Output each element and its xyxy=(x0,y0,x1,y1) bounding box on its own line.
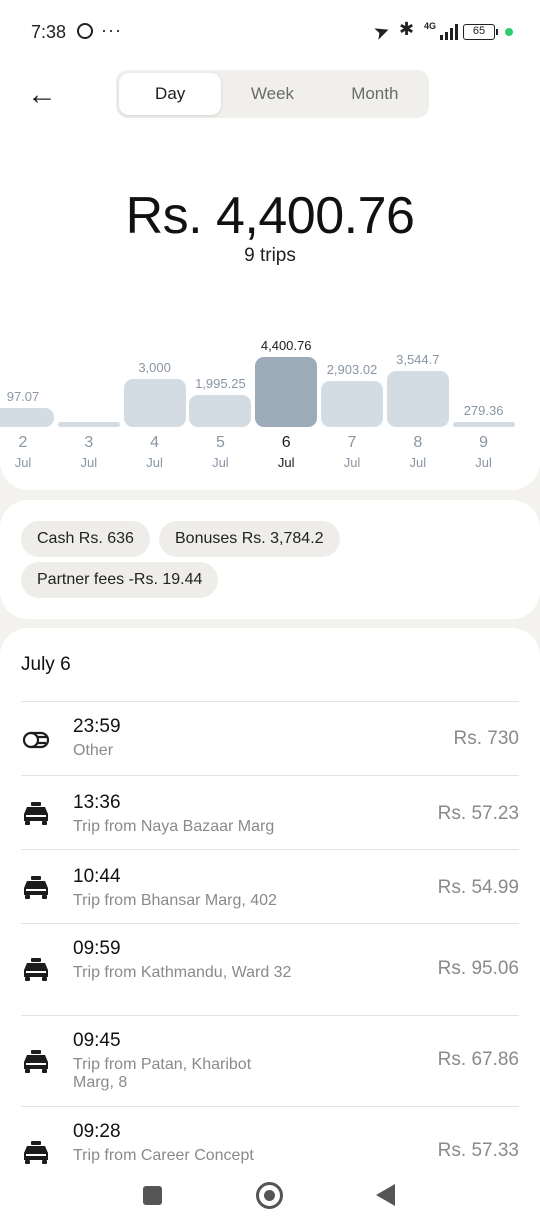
item-amount: Rs. 67.86 xyxy=(437,1049,519,1070)
bar-month-label: Jul xyxy=(14,455,32,470)
item-time: 13:36 xyxy=(73,792,121,813)
chart-bar-2[interactable]: 97.07 2 Jul xyxy=(0,336,54,476)
bar-month-label: Jul xyxy=(409,455,427,470)
car-icon xyxy=(24,1141,48,1164)
bonuses-chip[interactable]: Bonuses Rs. 3,784.2 xyxy=(159,521,340,557)
tab-week[interactable]: Week xyxy=(221,73,323,115)
earnings-summary-card: ← Day Week Month Rs. 4,400.76 9 trips 97… xyxy=(0,64,540,490)
trip-count: 9 trips xyxy=(244,245,296,266)
chart-bar-9[interactable]: 279.36 9 Jul xyxy=(452,336,515,476)
bar-rect xyxy=(57,422,120,427)
bar-value-label: 279.36 xyxy=(463,403,504,418)
car-icon xyxy=(24,1050,48,1073)
chart-bar-8[interactable]: 3,544.7 8 Jul xyxy=(386,336,449,476)
item-time: 23:59 xyxy=(73,716,121,737)
list-date-title: July 6 xyxy=(21,654,71,675)
bar-month-label: Jul xyxy=(277,455,295,470)
list-item[interactable]: 23:59 Other Rs. 730 xyxy=(0,702,540,776)
item-amount: Rs. 730 xyxy=(453,728,519,749)
tab-month[interactable]: Month xyxy=(324,73,426,115)
privacy-indicator xyxy=(505,28,513,36)
item-time: 10:44 xyxy=(73,866,121,887)
location-arrow-icon: ➤ xyxy=(370,19,394,46)
item-description: Other xyxy=(73,742,114,759)
item-description: Trip from Kathmandu, Ward 32 xyxy=(73,964,292,981)
partner-fees-chip[interactable]: Partner fees -Rs. 19.44 xyxy=(21,562,219,598)
bar-rect xyxy=(189,395,252,427)
home-button[interactable] xyxy=(256,1182,283,1209)
back-arrow-icon[interactable]: ← xyxy=(27,80,57,110)
bar-value-label: 2,903.02 xyxy=(326,361,378,377)
signal-icon: 4G xyxy=(424,21,458,40)
daily-earnings-chart: 97.07 2 Jul 3 Jul 3,000 4 Jul 1,995.25 5 Jul 4,400.… xyxy=(0,336,540,476)
system-back-button[interactable] xyxy=(376,1184,395,1206)
car-icon xyxy=(24,876,48,899)
more-notifications-icon: ··· xyxy=(101,20,122,40)
list-item[interactable]: 09:28 Trip from Career Concept Rs. 57.33 xyxy=(0,1107,540,1177)
list-item[interactable]: 13:36 Trip from Naya Bazaar Marg Rs. 57.… xyxy=(0,776,540,850)
bar-rect xyxy=(0,407,54,427)
network-type: 4G xyxy=(424,21,437,31)
whatsapp-icon xyxy=(77,23,93,39)
list-item[interactable]: 09:45 Trip from Patan, Kharibot Marg, 8 … xyxy=(0,1016,540,1107)
tab-day[interactable]: Day xyxy=(119,73,222,115)
total-earnings: Rs. 4,400.76 xyxy=(125,187,415,245)
coins-icon xyxy=(22,731,50,749)
item-amount: Rs. 95.06 xyxy=(437,958,519,979)
bar-rect xyxy=(255,357,318,427)
bar-rect xyxy=(386,370,449,427)
system-nav-bar xyxy=(0,1170,540,1230)
bar-rect xyxy=(321,380,383,427)
item-description: Trip from Patan, Kharibot Marg, 8 xyxy=(73,1056,252,1091)
chart-bar-6[interactable]: 4,400.76 6 Jul xyxy=(255,336,318,476)
status-bar: 7:38 ··· ➤ ✱ 4G 65 xyxy=(0,0,540,64)
recent-apps-button[interactable] xyxy=(143,1186,162,1205)
item-description: Trip from Naya Bazaar Marg xyxy=(73,818,275,835)
item-amount: Rs. 57.33 xyxy=(437,1140,519,1161)
bar-value-label: 3,000 xyxy=(138,360,171,376)
bar-month-label: Jul xyxy=(146,455,163,470)
bar-month-label: Jul xyxy=(343,455,361,470)
car-icon xyxy=(24,802,48,825)
bar-month-label: Jul xyxy=(212,455,229,470)
bar-day-label: 4 xyxy=(150,434,160,451)
item-time: 09:28 xyxy=(73,1121,121,1142)
bar-rect xyxy=(123,379,186,427)
item-description: Trip from Career Concept xyxy=(73,1147,254,1164)
transactions-card: July 6 23:59 Other Rs. 730 13:36 Trip fr… xyxy=(0,628,540,1230)
bar-month-label: Jul xyxy=(80,455,98,470)
chart-bar-5[interactable]: 1,995.25 5 Jul xyxy=(189,336,252,476)
list-item[interactable]: 10:44 Trip from Bhansar Marg, 402 Rs. 54… xyxy=(0,850,540,924)
period-selector: Day Week Month xyxy=(116,70,429,118)
bar-day-label: 9 xyxy=(479,434,489,451)
list-item[interactable]: 09:59 Trip from Kathmandu, Ward 32 Rs. 9… xyxy=(0,924,540,1015)
battery-icon: 65 xyxy=(463,24,498,40)
bar-value-label: 3,544.7 xyxy=(396,351,440,367)
bar-value-label: 4,400.76 xyxy=(260,338,312,353)
cash-chip[interactable]: Cash Rs. 636 xyxy=(21,521,150,557)
breakdown-card: Cash Rs. 636 Bonuses Rs. 3,784.2 Partner… xyxy=(0,500,540,619)
chart-bar-4[interactable]: 3,000 4 Jul xyxy=(123,336,186,476)
bluetooth-icon: ✱ xyxy=(399,19,415,39)
bar-month-label: Jul xyxy=(475,455,492,470)
status-time: 7:38 xyxy=(31,22,67,42)
car-icon xyxy=(24,958,48,981)
chart-bar-3[interactable]: 3 Jul xyxy=(57,336,120,476)
bar-value-label: 1,995.25 xyxy=(195,376,246,392)
item-amount: Rs. 54.99 xyxy=(437,877,519,898)
bar-value-label: 97.07 xyxy=(6,388,40,404)
item-time: 09:45 xyxy=(73,1030,121,1051)
bar-day-label: 8 xyxy=(413,434,423,451)
chart-bar-7[interactable]: 2,903.02 7 Jul xyxy=(321,336,383,476)
bar-day-label: 3 xyxy=(84,434,94,451)
bar-rect xyxy=(452,422,515,427)
bar-day-label: 7 xyxy=(347,434,357,451)
item-time: 09:59 xyxy=(73,938,121,959)
item-amount: Rs. 57.23 xyxy=(437,803,519,824)
item-description: Trip from Bhansar Marg, 402 xyxy=(73,892,277,909)
bar-day-label: 6 xyxy=(281,434,291,451)
bar-day-label: 2 xyxy=(18,434,28,451)
bar-day-label: 5 xyxy=(215,434,225,451)
